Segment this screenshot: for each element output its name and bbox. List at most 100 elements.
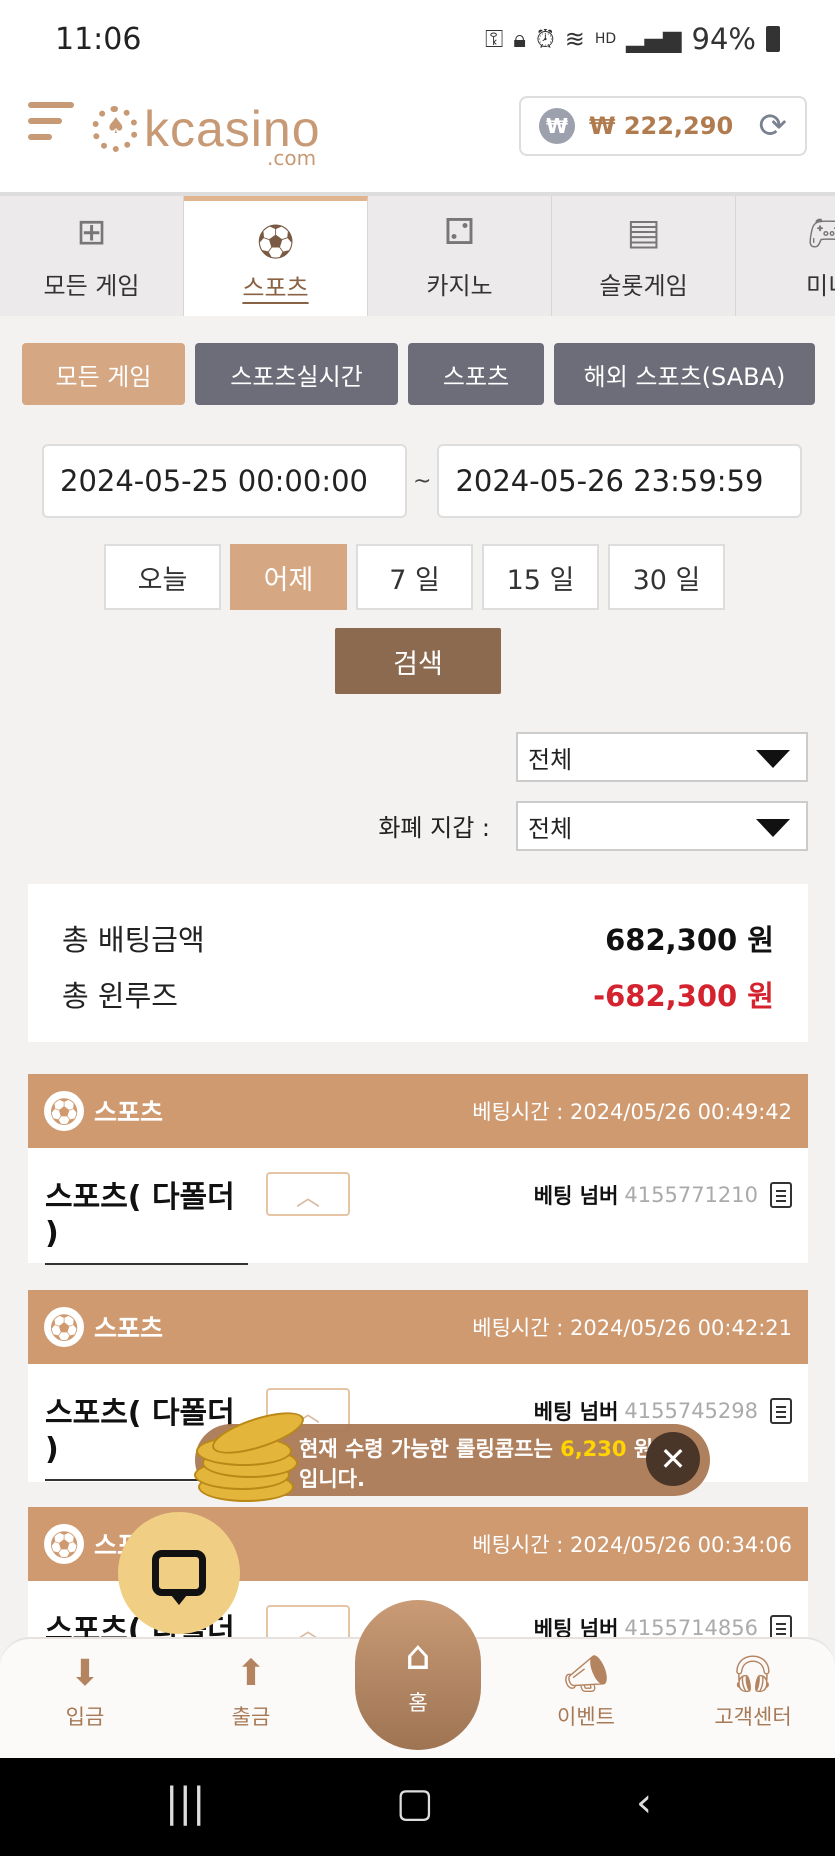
- status-icons: ⚿ 🔒︎ ⏰︎ ≋ HD ▂▄▆ 94%: [485, 22, 780, 56]
- type-select-value: 전체: [528, 745, 573, 774]
- dice-icon: ⚁: [443, 211, 476, 253]
- wallet-select[interactable]: 전체: [516, 801, 808, 851]
- total-winloss-value: -682,300 원: [593, 979, 774, 1013]
- grid-icon: ⊞: [76, 211, 107, 253]
- tab-label: 카지노: [426, 271, 493, 300]
- slot-machine-icon: ▤: [626, 211, 661, 253]
- total-winloss-label: 총 윈루즈: [62, 979, 178, 1013]
- wallet-select-value: 전체: [528, 814, 573, 843]
- bet-number-label: 베팅 넘버: [533, 1184, 619, 1208]
- close-icon[interactable]: ✕: [646, 1432, 700, 1486]
- range-7days-button[interactable]: 7 일: [356, 544, 473, 610]
- range-30days-button[interactable]: 30 일: [608, 544, 725, 610]
- gamepad-icon: 🎮︎: [806, 212, 835, 254]
- signal-icon: ▂▄▆: [626, 25, 682, 53]
- copy-icon[interactable]: [770, 1398, 792, 1424]
- nav-label: 이벤트: [557, 1705, 615, 1729]
- tab-label: 스포츠: [242, 274, 309, 302]
- dropdown-arrow-icon: [756, 750, 790, 768]
- balance-box: ₩ ₩ 222,290 ⟳: [519, 96, 807, 156]
- back-icon[interactable]: ‹: [636, 1780, 652, 1826]
- chat-button[interactable]: [118, 1512, 240, 1634]
- tab-sports[interactable]: ⚽︎ 스포츠: [184, 196, 368, 316]
- nav-support[interactable]: 🎧︎ 고객센터: [678, 1653, 828, 1731]
- bet-number: 4155745298: [624, 1399, 758, 1423]
- nav-home[interactable]: ⌂ 홈: [355, 1600, 481, 1750]
- bet-game-name: 스포츠( 다폴더 ): [45, 1172, 248, 1265]
- wifi-icon: ≋: [564, 25, 585, 53]
- type-select[interactable]: 전체: [516, 732, 808, 782]
- range-15days-button[interactable]: 15 일: [482, 544, 599, 610]
- refresh-icon[interactable]: ⟳: [759, 106, 788, 146]
- tab-all-games[interactable]: ⊞ 모든 게임: [0, 196, 184, 316]
- key-icon: ⚿: [484, 25, 504, 53]
- app-header: kcasino .com ₩ ₩ 222,290 ⟳: [0, 84, 835, 192]
- range-today-button[interactable]: 오늘: [104, 544, 221, 610]
- deposit-icon: ⬇︎: [69, 1653, 101, 1694]
- casino-chip-icon: [92, 106, 138, 152]
- battery-percent: 94%: [691, 22, 756, 56]
- tab-label: 미니: [806, 271, 835, 300]
- tab-label: 모든 게임: [43, 271, 140, 300]
- date-range: 2024-05-25 00:00:00 ~ 2024-05-26 23:59:5…: [42, 444, 803, 518]
- tab-slots[interactable]: ▤ 슬롯게임: [552, 196, 736, 316]
- home-icon: ⌂: [405, 1633, 431, 1679]
- bet-number-label: 베팅 넘버: [533, 1400, 619, 1424]
- logo-subtext: .com: [267, 146, 317, 170]
- category-tabs: ⊞ 모든 게임 ⚽︎ 스포츠 ⚁ 카지노 ▤ 슬롯게임 🎮︎ 미니: [0, 196, 835, 316]
- start-date-input[interactable]: 2024-05-25 00:00:00: [42, 444, 407, 518]
- nav-label: 출금: [231, 1705, 271, 1729]
- soccer-ball-icon: ⚽︎: [257, 223, 294, 264]
- bet-time: 베팅시간 : 2024/05/26 00:42:21: [472, 1316, 792, 1340]
- recent-apps-icon[interactable]: |||: [165, 1780, 205, 1826]
- bet-card: ⚽︎ 스포츠 베팅시간 : 2024/05/26 00:49:42 스포츠( 다…: [28, 1074, 808, 1265]
- alarm-icon: ⏰︎: [536, 25, 555, 53]
- lock-icon: 🔒︎: [513, 25, 526, 53]
- copy-icon[interactable]: [770, 1182, 792, 1208]
- soccer-ball-icon: ⚽︎: [44, 1091, 84, 1131]
- tab-casino[interactable]: ⚁ 카지노: [368, 196, 552, 316]
- bet-number: 4155771210: [624, 1183, 758, 1207]
- bet-time: 베팅시간 : 2024/05/26 00:34:06: [472, 1533, 792, 1557]
- filter-overseas-sports[interactable]: 해외 스포츠(SABA): [554, 343, 815, 405]
- menu-icon[interactable]: [28, 102, 74, 148]
- soccer-ball-icon: ⚽︎: [44, 1307, 84, 1347]
- bet-time: 베팅시간 : 2024/05/26 00:49:42: [472, 1100, 792, 1124]
- logo[interactable]: kcasino .com: [92, 94, 321, 170]
- nav-label: 홈: [408, 1691, 428, 1715]
- game-filter-bar: 모든 게임 스포츠실시간 스포츠 해외 스포츠(SABA): [22, 343, 815, 405]
- bet-summary: 총 배팅금액 682,300 원 총 윈루즈 -682,300 원: [28, 884, 808, 1042]
- won-icon: ₩: [539, 108, 575, 144]
- hd-label: HD: [594, 31, 617, 47]
- nav-deposit[interactable]: ⬇︎ 입금: [10, 1653, 160, 1731]
- soccer-ball-icon: ⚽︎: [44, 1524, 84, 1564]
- dropdown-arrow-icon: [756, 819, 790, 837]
- tab-mini[interactable]: 🎮︎ 미니: [736, 196, 835, 316]
- search-button[interactable]: 검색: [335, 628, 501, 694]
- date-separator: ~: [413, 468, 432, 494]
- home-system-icon[interactable]: ▢: [396, 1780, 434, 1826]
- coins-icon: [190, 1403, 309, 1504]
- nav-event[interactable]: 📣︎ 이벤트: [511, 1653, 661, 1731]
- range-yesterday-button[interactable]: 어제: [230, 544, 347, 610]
- bet-category: 스포츠: [94, 1314, 164, 1343]
- filter-sports[interactable]: 스포츠: [408, 343, 544, 405]
- expand-toggle-button[interactable]: ︿: [266, 1605, 350, 1641]
- filter-all-games[interactable]: 모든 게임: [22, 343, 185, 405]
- filter-sports-live[interactable]: 스포츠실시간: [195, 343, 398, 405]
- toast-amount: 6,230: [560, 1437, 627, 1461]
- balance-amount: ₩ 222,290: [589, 112, 734, 140]
- toast-text: 현재 수령 가능한 롤링콤프는: [299, 1437, 561, 1461]
- quick-range-bar: 오늘 어제 7 일 15 일 30 일: [104, 544, 725, 610]
- clock: 11:06: [55, 22, 142, 57]
- expand-toggle-button[interactable]: ︿: [266, 1172, 350, 1216]
- withdraw-icon: ⬆︎: [235, 1653, 267, 1694]
- tab-label: 슬롯게임: [599, 271, 688, 300]
- status-bar: 11:06 ⚿ 🔒︎ ⏰︎ ≋ HD ▂▄▆ 94%: [0, 0, 835, 84]
- system-nav-bar: ||| ▢ ‹: [0, 1758, 835, 1856]
- megaphone-icon: 📣︎: [563, 1654, 609, 1695]
- chat-bubble-icon: [152, 1550, 206, 1605]
- end-date-input[interactable]: 2024-05-26 23:59:59: [437, 444, 803, 518]
- nav-withdraw[interactable]: ⬆︎ 출금: [176, 1653, 326, 1731]
- headset-icon: 🎧︎: [730, 1654, 776, 1695]
